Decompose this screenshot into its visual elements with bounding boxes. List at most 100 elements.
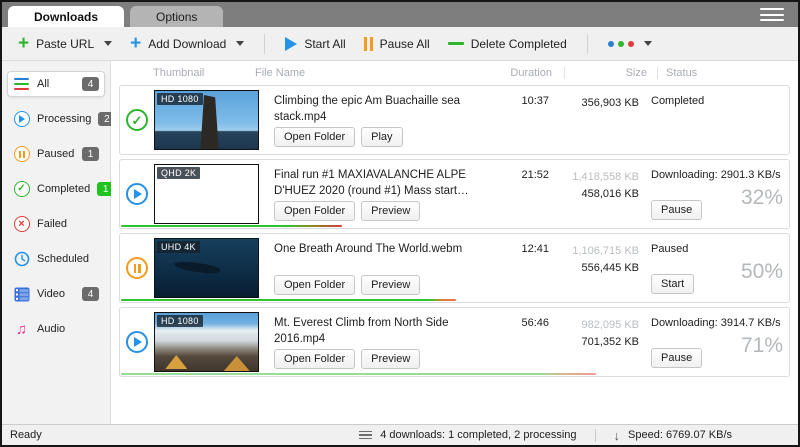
open-folder-button[interactable]: Open Folder: [274, 275, 355, 295]
clock-icon: [13, 251, 30, 268]
count-badge: 4: [82, 77, 99, 91]
pause-button[interactable]: Pause: [651, 348, 702, 368]
x-circle-icon: ×: [13, 216, 30, 233]
pause-icon: [364, 37, 373, 51]
pause-button[interactable]: Pause: [651, 200, 702, 220]
pause-all-label: Pause All: [380, 37, 430, 51]
more-options-button[interactable]: [602, 37, 658, 51]
add-download-label: Add Download: [148, 37, 226, 51]
sidebar-item-processing[interactable]: Processing 2: [7, 106, 105, 132]
sidebar-item-audio[interactable]: ♫ Audio: [7, 316, 105, 342]
status-text: Downloading: 3914.7 KB/s: [651, 317, 783, 329]
download-row[interactable]: ✓ HD 1080 Climbing the epic Am Buachaill…: [119, 85, 790, 155]
status-play-circle-icon: [120, 308, 154, 376]
menu-hamburger-icon[interactable]: [760, 8, 784, 21]
downloads-list: Thumbnail File Name Duration Size Status…: [111, 61, 798, 424]
chevron-down-icon[interactable]: [236, 41, 244, 46]
sidebar: All 4 Processing 2 Paused 1 ✓: [2, 61, 111, 424]
list-header: Thumbnail File Name Duration Size Status: [111, 61, 798, 85]
progress-bar: [121, 373, 596, 376]
download-row[interactable]: HD 1080 Mt. Everest Climb from North Sid…: [119, 307, 790, 377]
sidebar-item-failed[interactable]: × Failed: [7, 211, 105, 237]
column-header-thumbnail[interactable]: Thumbnail: [111, 67, 255, 79]
count-badge: 1: [82, 147, 99, 161]
statusbar: Ready 4 downloads: 1 completed, 2 proces…: [2, 424, 798, 445]
play-circle-icon: [13, 111, 30, 128]
sidebar-item-all[interactable]: All 4: [7, 71, 105, 97]
start-button[interactable]: Start: [651, 274, 694, 294]
column-header-status[interactable]: Status: [658, 67, 798, 79]
count-badge: 4: [82, 287, 99, 301]
sidebar-item-completed[interactable]: ✓ Completed 1: [7, 176, 105, 202]
sidebar-item-video[interactable]: Video 4: [7, 281, 105, 307]
list-icon: [13, 76, 30, 93]
delete-completed-button[interactable]: Delete Completed: [442, 33, 573, 55]
thumbnail[interactable]: HD 1080: [154, 308, 266, 376]
open-folder-button[interactable]: Open Folder: [274, 127, 355, 147]
preview-button[interactable]: Preview: [361, 201, 420, 221]
column-header-duration[interactable]: Duration: [476, 67, 564, 79]
titlebar: Downloads Options: [2, 2, 798, 27]
three-dots-icon: [608, 41, 634, 47]
paste-url-button[interactable]: + Paste URL: [12, 33, 118, 55]
file-name: Final run #1 MAXIAVALANCHE ALPE D'HUEZ 2…: [274, 168, 483, 199]
sidebar-item-label: Paused: [37, 148, 75, 160]
quality-badge: HD 1080: [157, 93, 203, 105]
size-value: 356,903 KB: [549, 95, 639, 112]
status-text: Paused: [651, 243, 783, 255]
status-text: Completed: [651, 95, 783, 107]
size-total: 1,418,558 KB: [549, 169, 639, 186]
pause-all-button[interactable]: Pause All: [358, 33, 436, 55]
thumbnail[interactable]: HD 1080: [154, 86, 266, 154]
sidebar-item-label: Audio: [37, 323, 99, 335]
status-ready-text: Ready: [10, 429, 359, 441]
quality-badge: HD 1080: [157, 315, 203, 327]
file-name: Climbing the epic Am Buachaille sea stac…: [274, 94, 483, 125]
size-downloaded: 701,352 KB: [549, 334, 639, 351]
column-header-size[interactable]: Size: [565, 67, 657, 79]
duration-value: 56:46: [489, 308, 549, 376]
chevron-down-icon[interactable]: [104, 41, 112, 46]
duration-value: 10:37: [489, 86, 549, 154]
plus-icon: +: [130, 37, 141, 51]
film-icon: [13, 286, 30, 303]
sidebar-item-label: Scheduled: [37, 253, 99, 265]
column-header-file-name[interactable]: File Name: [255, 67, 476, 79]
preview-button[interactable]: Preview: [361, 275, 420, 295]
thumbnail[interactable]: UHD 4K: [154, 234, 266, 302]
minus-icon: [448, 42, 464, 45]
sidebar-item-label: All: [37, 78, 75, 90]
size-total: 982,095 KB: [549, 317, 639, 334]
check-circle-icon: ✓: [13, 181, 30, 198]
progress-bar: [121, 299, 456, 302]
music-note-icon: ♫: [13, 321, 30, 338]
progress-percent: 71%: [741, 334, 783, 358]
speed-text: Speed: 6769.07 KB/s: [628, 429, 732, 441]
status-pause-circle-icon: [120, 234, 154, 302]
size-downloaded: 458,016 KB: [549, 186, 639, 203]
size-total: 1,106,715 KB: [549, 243, 639, 260]
download-row[interactable]: UHD 4K One Breath Around The World.webm …: [119, 233, 790, 303]
open-folder-button[interactable]: Open Folder: [274, 349, 355, 369]
start-all-button[interactable]: Start All: [279, 33, 351, 55]
duration-value: 12:41: [489, 234, 549, 302]
paste-url-label: Paste URL: [36, 37, 94, 51]
thumbnail[interactable]: QHD 2K: [154, 160, 266, 228]
tab-options[interactable]: Options: [130, 6, 223, 27]
play-icon: [285, 37, 297, 51]
chevron-down-icon: [644, 41, 652, 46]
sidebar-item-paused[interactable]: Paused 1: [7, 141, 105, 167]
toolbar: + Paste URL + Add Download Start All Pau…: [2, 27, 798, 61]
tab-downloads[interactable]: Downloads: [8, 6, 124, 27]
play-button[interactable]: Play: [361, 127, 402, 147]
download-row[interactable]: QHD 2K Final run #1 MAXIAVALANCHE ALPE D…: [119, 159, 790, 229]
add-download-button[interactable]: + Add Download: [124, 33, 250, 55]
sidebar-item-scheduled[interactable]: Scheduled: [7, 246, 105, 272]
sidebar-item-label: Processing: [37, 113, 91, 125]
status-text: Downloading: 2901.3 KB/s: [651, 169, 783, 181]
sidebar-item-label: Failed: [37, 218, 99, 230]
file-name: Mt. Everest Climb from North Side 2016.m…: [274, 316, 483, 347]
preview-button[interactable]: Preview: [361, 349, 420, 369]
toolbar-separator: [587, 34, 588, 54]
open-folder-button[interactable]: Open Folder: [274, 201, 355, 221]
